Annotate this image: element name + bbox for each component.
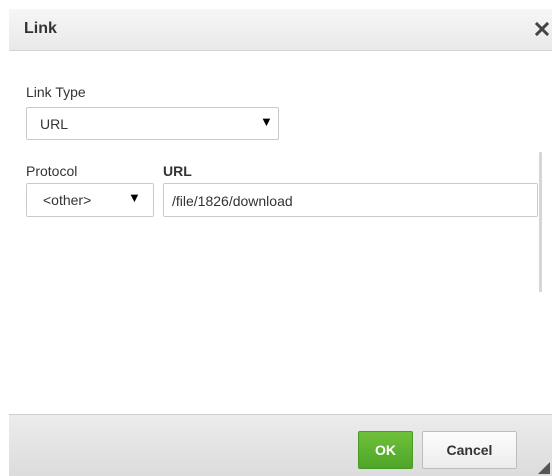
dialog-title: Link [24, 20, 57, 37]
dropdown-arrow-icon: ▼ [128, 190, 141, 205]
resize-handle-icon[interactable] [538, 462, 550, 474]
dialog-content: Link Type URL ▼ Protocol <other> ▼ URL /… [9, 52, 552, 413]
dialog-titlebar[interactable]: Link [9, 9, 552, 51]
link-type-select[interactable]: URL ▼ [26, 107, 279, 140]
link-type-value: URL [40, 116, 69, 132]
ok-button[interactable]: OK [358, 431, 413, 469]
protocol-value: <other> [43, 192, 92, 208]
url-value: /file/1826/download [172, 193, 293, 209]
url-input[interactable]: /file/1826/download [163, 183, 538, 217]
link-type-label: Link Type [26, 84, 86, 100]
protocol-select[interactable]: <other> ▼ [26, 183, 154, 217]
protocol-label: Protocol [26, 163, 78, 179]
scrollbar-thumb[interactable] [539, 152, 542, 292]
dropdown-arrow-icon: ▼ [260, 114, 273, 129]
link-dialog: Link Link Type URL ▼ Protocol <other> ▼ … [0, 0, 552, 476]
cancel-button[interactable]: Cancel [422, 431, 517, 469]
url-label: URL [163, 163, 192, 179]
close-icon[interactable] [532, 17, 552, 41]
dialog-footer: OK Cancel [9, 414, 552, 476]
